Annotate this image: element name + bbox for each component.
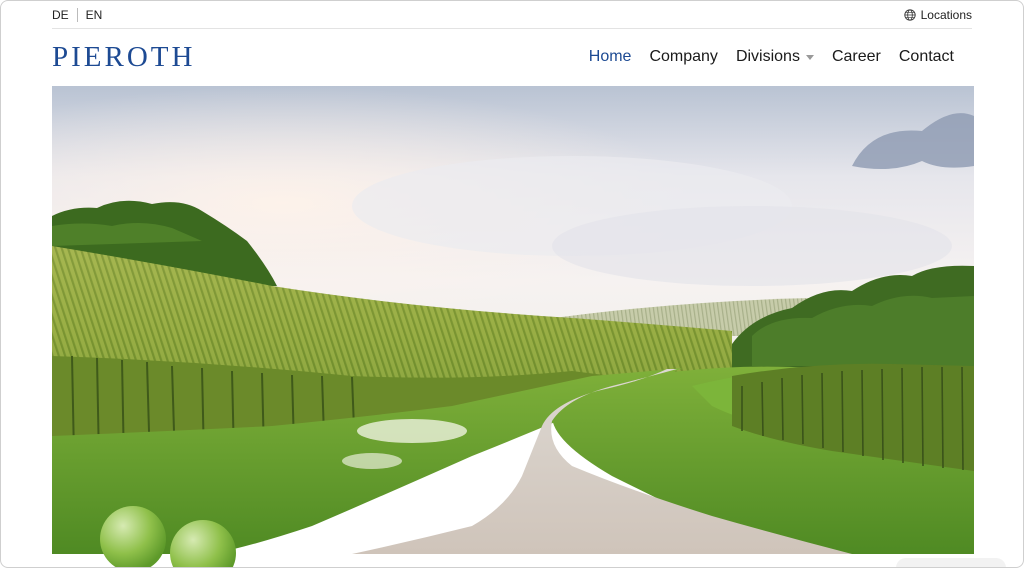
nav-item-company[interactable]: Company [640,48,726,66]
language-divider [76,7,78,22]
locations-link[interactable]: Locations [903,7,972,22]
grapes-decoration [100,506,236,567]
language-en-link[interactable]: EN [86,8,103,22]
chevron-down-icon [805,54,814,60]
nav-item-career[interactable]: Career [823,48,890,66]
pieroth-logo[interactable]: PIEROTH [52,42,195,72]
locations-label: Locations [920,7,972,22]
vineyard-landscape-illustration [52,86,974,554]
utility-bar: DE EN Locations [52,1,972,29]
nav-item-home[interactable]: Home [580,48,641,66]
browser-frame: DE EN Locations PIEROTH Home Company Div… [0,0,1024,568]
nav-item-contact[interactable]: Contact [890,48,963,66]
globe-icon [903,8,916,21]
main-nav: Home Company Divisions Career Contact [580,48,963,66]
nav-item-divisions[interactable]: Divisions [727,48,823,66]
nav-item-divisions-label: Divisions [735,48,800,65]
site-header: PIEROTH Home Company Divisions Career Co… [52,29,972,85]
language-de-link[interactable]: DE [52,8,69,22]
scroll-widget [896,558,1006,567]
language-switcher: DE EN [52,7,103,22]
hero-image [52,86,974,554]
